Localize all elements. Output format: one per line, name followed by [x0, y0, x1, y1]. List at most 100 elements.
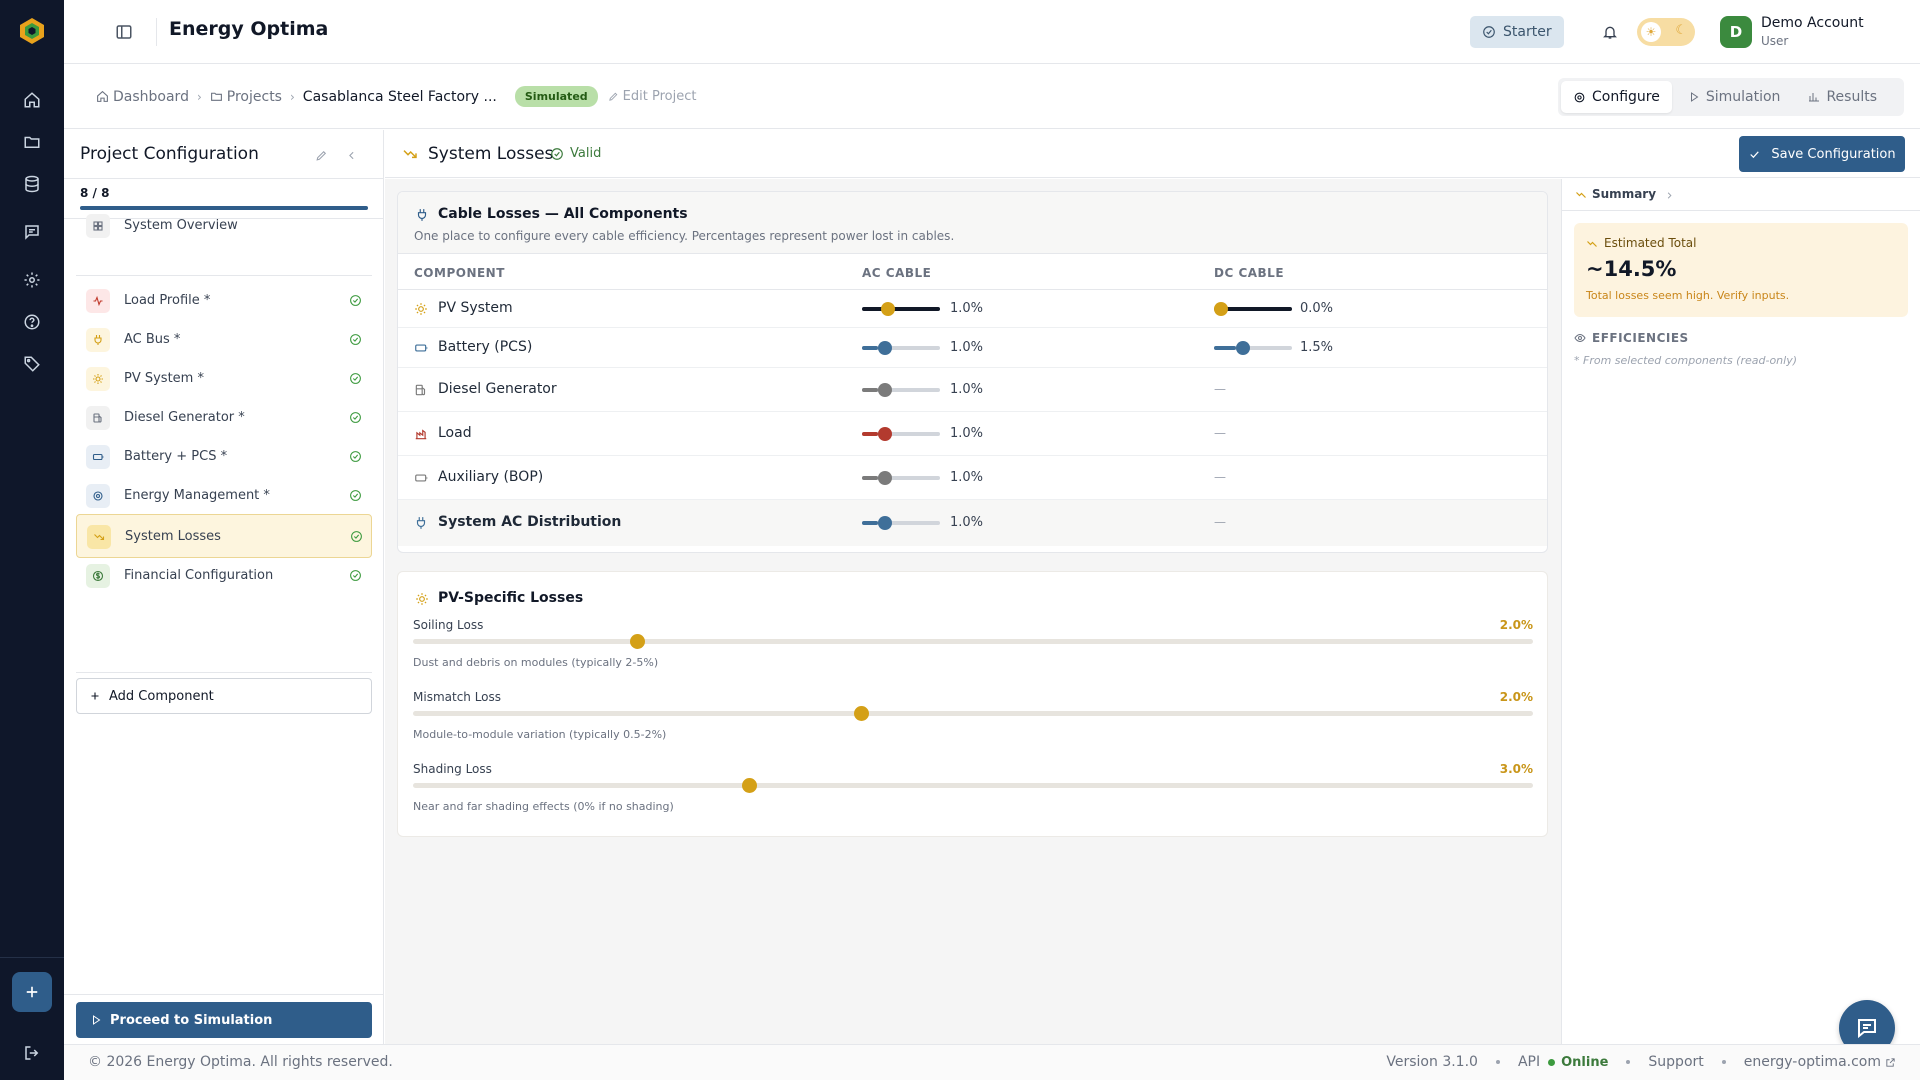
site-link[interactable]: energy-optima.com [1744, 1054, 1896, 1070]
sidebar-step-diesel-generator[interactable]: Diesel Generator * [76, 396, 372, 440]
sidebar-divider [64, 994, 384, 995]
tab-simulation[interactable]: Simulation [1676, 81, 1793, 113]
dc-cable-not-applicable: — [1214, 426, 1226, 440]
tag-icon[interactable] [20, 352, 44, 376]
slider-fill [862, 521, 878, 525]
table-row: PV System 1.0% 0.0% [398, 290, 1547, 328]
slider-thumb[interactable] [878, 471, 892, 485]
check-circle-icon [347, 331, 363, 347]
tab-results[interactable]: Results [1796, 81, 1889, 113]
ac-cable-slider[interactable] [862, 427, 940, 441]
component-label: Auxiliary (BOP) [438, 469, 544, 485]
account-name[interactable]: Demo Account [1761, 15, 1864, 31]
cable-losses-title: Cable Losses — All Components [438, 206, 688, 222]
summary-label: Summary [1592, 187, 1657, 201]
api-online-badge: Online [1548, 1055, 1608, 1070]
edit-project-link[interactable]: Edit Project [608, 89, 696, 104]
component-label: System AC Distribution [438, 514, 622, 530]
slider-thumb[interactable] [878, 516, 892, 530]
theme-toggle[interactable]: ☀ ☾ [1637, 18, 1695, 46]
tab-configure[interactable]: Configure [1561, 81, 1672, 113]
new-project-button[interactable] [12, 972, 52, 1012]
app-title: Energy Optima [169, 18, 329, 40]
sidebar-step-ac-bus[interactable]: AC Bus * [76, 318, 372, 362]
step-label: Diesel Generator * [124, 410, 245, 425]
breadcrumb-projects[interactable]: Projects [210, 89, 282, 105]
sidebar-step-pv-system[interactable]: PV System * [76, 357, 372, 401]
external-link-icon [1886, 1057, 1895, 1067]
sidebar-step-load-profile[interactable]: Load Profile * [76, 279, 372, 323]
step-label: System Losses [125, 529, 221, 544]
sidebar-divider [76, 275, 372, 276]
slider-thumb[interactable] [1236, 341, 1250, 355]
ac-cable-slider[interactable] [862, 471, 940, 485]
pv-loss-slider[interactable] [413, 634, 1533, 649]
slider-thumb[interactable] [878, 427, 892, 441]
database-icon[interactable] [20, 172, 44, 196]
pv-loss-hint: Dust and debris on modules (typically 2-… [413, 656, 659, 669]
chevron-left-icon[interactable] [342, 146, 360, 164]
sidebar-title: Project Configuration [80, 144, 259, 164]
home-icon[interactable] [20, 88, 44, 112]
sidebar-step-system-losses[interactable]: System Losses [76, 514, 372, 558]
battery-icon [414, 471, 428, 485]
message-icon[interactable] [20, 220, 44, 244]
sidebar-step-system-overview[interactable]: System Overview [76, 204, 372, 248]
settings-icon[interactable] [20, 268, 44, 292]
step-label: Load Profile * [124, 293, 211, 308]
pv-loss-value: 2.0% [1499, 690, 1533, 704]
play-icon [93, 1015, 101, 1025]
table-header: COMPONENT AC CABLE DC CABLE [398, 254, 1547, 290]
plan-badge[interactable]: Starter [1470, 16, 1564, 48]
pencil-icon[interactable] [312, 146, 330, 164]
ac-cable-slider[interactable] [862, 516, 940, 530]
slider-thumb[interactable] [1214, 302, 1228, 316]
breadcrumb: Dashboard › Projects › Casablanca Steel … [96, 86, 696, 107]
trending-down-icon [1586, 238, 1598, 250]
chevron-right-icon[interactable] [1662, 188, 1676, 202]
bell-icon[interactable] [1598, 20, 1622, 44]
slider-thumb[interactable] [878, 383, 892, 397]
sidebar-step-battery-pcs[interactable]: Battery + PCS * [76, 435, 372, 479]
plug-icon [414, 207, 430, 223]
pv-loss-slider[interactable] [413, 778, 1533, 793]
summary-header[interactable]: Summary [1562, 179, 1920, 211]
app-logo-icon[interactable] [18, 17, 46, 45]
sidebar-step-financial-configuration[interactable]: Financial Configuration [76, 554, 372, 598]
pv-loss-slider[interactable] [413, 706, 1533, 721]
sidebar-step-energy-management[interactable]: Energy Management * [76, 474, 372, 518]
slider-thumb[interactable] [878, 341, 892, 355]
ac-cable-slider[interactable] [862, 383, 940, 397]
save-configuration-button[interactable]: Save Configuration [1739, 136, 1905, 172]
view-tabs: Configure Simulation Results [1558, 78, 1904, 116]
sun-icon [414, 591, 430, 607]
proceed-to-simulation-button[interactable]: Proceed to Simulation [76, 1002, 372, 1038]
breadcrumb-label: Projects [226, 88, 282, 105]
help-icon[interactable] [20, 310, 44, 334]
pv-loss-value: 3.0% [1499, 762, 1533, 776]
dc-cable-slider[interactable] [1214, 302, 1292, 316]
panel-toggle-icon[interactable] [112, 20, 136, 44]
plus-icon [91, 692, 99, 700]
save-label: Save Configuration [1771, 146, 1896, 162]
table-row: Diesel Generator 1.0% — [398, 368, 1547, 412]
slider-thumb[interactable] [881, 302, 895, 316]
folder-icon[interactable] [20, 130, 44, 154]
moon-icon: ☾ [1675, 23, 1687, 38]
breadcrumb-dashboard[interactable]: Dashboard [96, 89, 189, 105]
add-component-button[interactable]: Add Component [76, 678, 372, 714]
dc-cable-slider[interactable] [1214, 341, 1292, 355]
component-label: Diesel Generator [438, 381, 557, 397]
logout-icon[interactable] [20, 1041, 44, 1065]
cable-losses-card: Cable Losses — All Components One place … [397, 191, 1548, 553]
slider-thumb[interactable] [630, 634, 645, 649]
pulse-icon [86, 289, 110, 313]
avatar[interactable]: D [1720, 16, 1752, 48]
support-link[interactable]: Support [1648, 1054, 1703, 1070]
slider-thumb[interactable] [854, 706, 869, 721]
eye-icon [1574, 333, 1586, 343]
ac-cable-slider[interactable] [862, 341, 940, 355]
slider-thumb[interactable] [742, 778, 757, 793]
ac-cable-slider[interactable] [862, 302, 940, 316]
plan-label: Starter [1503, 24, 1552, 40]
